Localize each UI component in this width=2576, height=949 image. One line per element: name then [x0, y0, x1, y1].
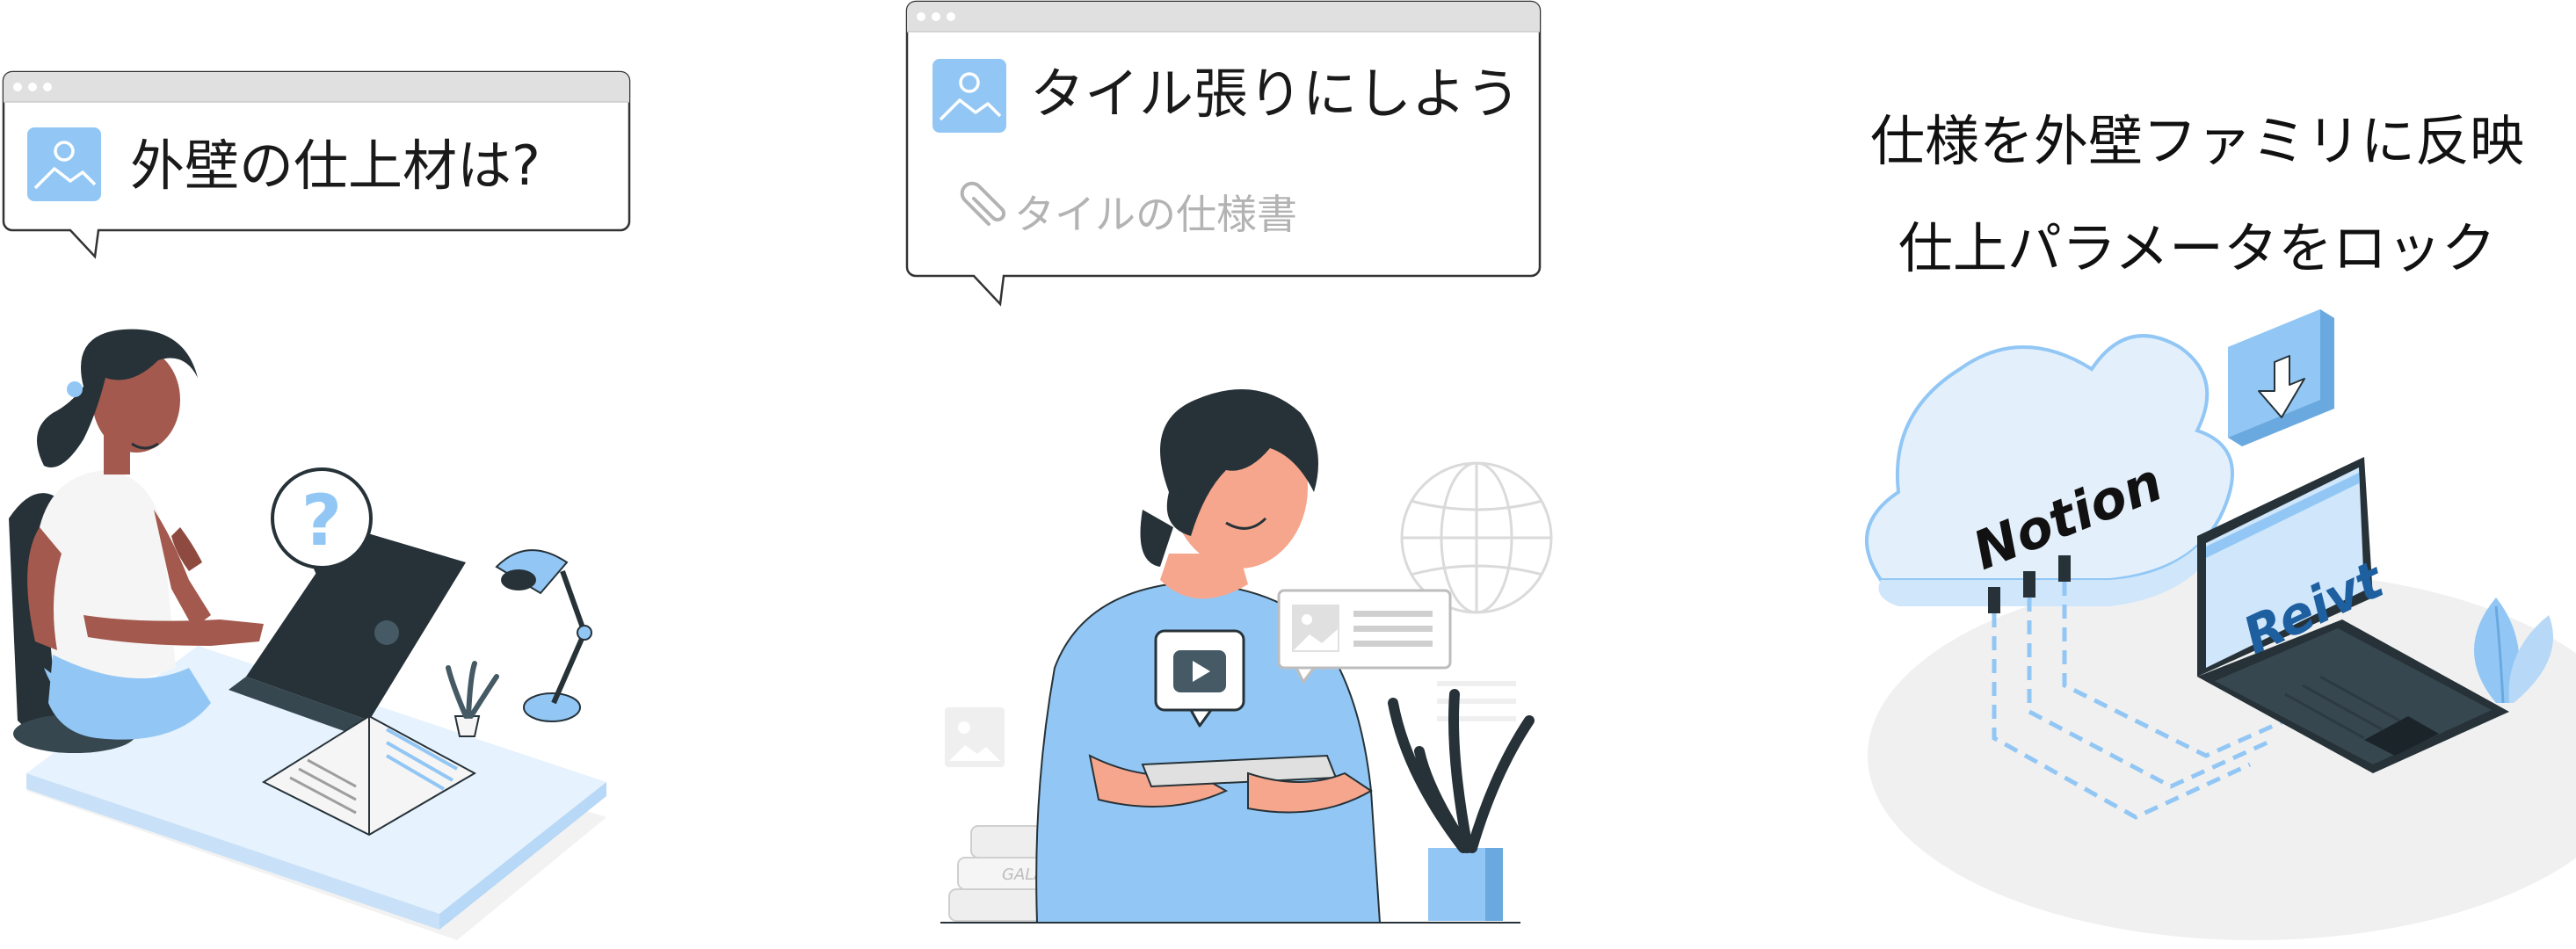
- image-icon: [27, 127, 101, 201]
- right-caption: 仕様を外壁ファミリに反映 仕上パラメータをロック: [1828, 88, 2566, 302]
- image-icon: [945, 707, 1005, 767]
- center-panel: タイル張りにしよう タイルの仕様書 GALAXY: [905, 0, 1553, 924]
- image-icon: [932, 59, 1006, 133]
- potted-plant: [1388, 689, 1535, 921]
- caption-line-1: 仕様を外壁ファミリに反映: [1869, 109, 2524, 173]
- left-panel: 外壁の仕上材は? ?: [2, 70, 631, 940]
- left-speech-bubble: 外壁の仕上材は?: [2, 70, 631, 259]
- download-arrow-icon: [2228, 309, 2334, 446]
- desk-lamp: [495, 549, 592, 722]
- question-mark: ?: [301, 480, 342, 561]
- small-plant: [446, 661, 499, 737]
- attachment-text: タイルの仕様書: [1014, 191, 1297, 238]
- image-card: [1277, 589, 1452, 685]
- left-bubble-text: 外壁の仕上材は?: [130, 134, 541, 198]
- center-speech-bubble: タイル張りにしよう タイルの仕様書: [905, 0, 1542, 307]
- right-panel: Notion Reivt: [1865, 309, 2576, 940]
- center-bubble-text: タイル張りにしよう: [1030, 62, 1520, 126]
- caption-line-2: 仕上パラメータをロック: [1898, 216, 2497, 280]
- notion-cloud: Notion: [1865, 334, 2234, 606]
